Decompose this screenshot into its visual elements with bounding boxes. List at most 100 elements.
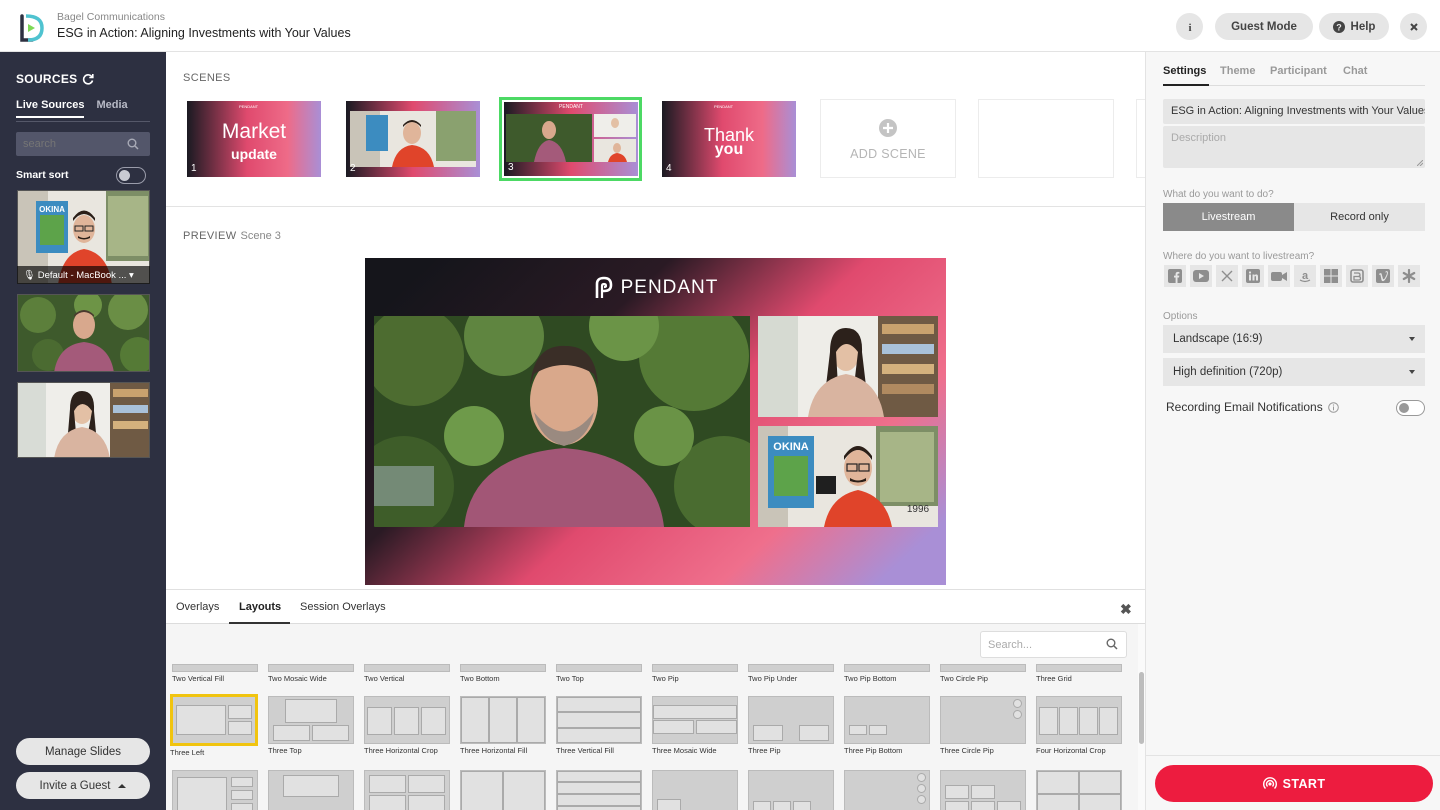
layout-caption: Two Circle Pip [940,674,988,683]
aspect-ratio-select[interactable]: Landscape (16:9) [1163,325,1425,353]
tab-layouts[interactable]: Layouts [239,601,281,613]
amazon-icon[interactable]: a [1294,265,1316,287]
manage-slides-button[interactable]: Manage Slides [16,738,150,765]
custom-rtmp-icon[interactable] [1398,265,1420,287]
quality-select[interactable]: High definition (720p) [1163,358,1425,386]
smart-sort-toggle[interactable] [116,167,146,184]
close-button[interactable] [1400,13,1427,40]
layout-four-horizontal-crop[interactable]: Four Horizontal Crop [1036,696,1122,755]
info-icon[interactable] [1327,401,1339,413]
recording-email-toggle[interactable] [1396,400,1425,416]
layout-row3-7[interactable] [748,770,834,810]
resize-handle-icon[interactable] [1417,160,1423,166]
layout-three-pip[interactable]: Three Pip [748,696,834,755]
layout-two-bottom[interactable]: Two Bottom [460,664,546,683]
layout-two-vertical-fill[interactable]: Two Vertical Fill [172,664,258,683]
microsoft-icon[interactable] [1320,265,1342,287]
tab-overlays[interactable]: Overlays [176,601,219,613]
x-icon[interactable] [1216,265,1238,287]
layout-two-pip[interactable]: Two Pip [652,664,738,683]
youtube-icon[interactable] [1190,265,1212,287]
layout-three-left[interactable]: Three Left [170,694,258,757]
chevron-down-icon [1409,370,1415,374]
refresh-icon[interactable] [82,73,95,85]
source-thumbnail-2[interactable] [17,294,150,372]
facebook-icon[interactable] [1164,265,1186,287]
layout-three-circle-pip[interactable]: Three Circle Pip [940,696,1026,755]
search-icon [1106,638,1118,650]
layout-three-mosaic-wide[interactable]: Three Mosaic Wide [652,696,738,755]
info-button[interactable]: i [1176,13,1203,40]
layouts-scrollbar-thumb[interactable] [1139,672,1144,744]
source-device-label[interactable]: 🎙 Default - MacBook ... ▾ [17,266,150,284]
layout-two-pip-bottom[interactable]: Two Pip Bottom [844,664,930,683]
record-only-option[interactable]: Record only [1294,203,1425,231]
layout-row3-8[interactable] [844,770,930,810]
layouts-search-input[interactable]: Search... [980,631,1127,658]
layout-row3-9[interactable] [940,770,1026,810]
zoom-icon[interactable] [1268,265,1290,287]
scene-thumbnail-4[interactable]: PENDANT Thank you 4 [662,101,796,177]
preview-canvas: PENDANT OKINA 1996 [365,258,946,585]
vimeo-icon[interactable] [1372,265,1394,287]
layout-caption: Three Pip Bottom [844,746,903,755]
tab-session-overlays[interactable]: Session Overlays [300,601,386,613]
sources-header: SOURCES [16,72,95,86]
tab-media[interactable]: Media [96,99,127,118]
tab-chat[interactable]: Chat [1343,65,1367,77]
source-thumbnail-3[interactable] [17,382,150,458]
layout-two-vertical[interactable]: Two Vertical [364,664,450,683]
start-label: START [1282,776,1326,791]
layout-three-pip-bottom[interactable]: Three Pip Bottom [844,696,930,755]
brightcove-icon[interactable] [1346,265,1368,287]
layout-three-grid[interactable]: Three Grid [1036,664,1122,683]
layout-caption: Three Left [170,748,205,757]
preview-main-camera[interactable] [374,316,750,527]
tab-settings[interactable]: Settings [1163,65,1206,77]
layout-caption: Two Pip Under [748,674,798,683]
invite-guest-button[interactable]: Invite a Guest [16,772,150,799]
stream-title-input[interactable]: ESG in Action: Aligning Investments with… [1163,99,1425,124]
layout-two-pip-under[interactable]: Two Pip Under [748,664,834,683]
layout-row3-5[interactable] [556,770,642,810]
svg-text:?: ? [1336,22,1342,32]
layout-row3-6[interactable] [652,770,738,810]
layout-three-horizontal-crop[interactable]: Three Horizontal Crop [364,696,450,755]
scene-4-line2: you [714,141,744,158]
guest-mode-button[interactable]: Guest Mode [1215,13,1313,40]
scene-thumbnail-1[interactable]: PENDANT Market update 1 [187,101,321,177]
layout-two-circle-pip[interactable]: Two Circle Pip [940,664,1026,683]
help-label: Help [1350,20,1376,33]
layout-row3-10[interactable] [1036,770,1122,810]
add-scene-button[interactable]: ADD SCENE [820,99,956,178]
livestream-option[interactable]: Livestream [1163,203,1294,231]
svg-text:a: a [1302,270,1309,282]
tab-live-sources[interactable]: Live Sources [16,99,85,118]
start-button[interactable]: START [1155,765,1433,802]
preview-camera-3[interactable]: OKINA 1996 [758,426,938,527]
layout-row3-3[interactable] [364,770,450,810]
help-button[interactable]: ? Help [1319,13,1389,40]
layout-two-top[interactable]: Two Top [556,664,642,683]
svg-text:OKINA: OKINA [773,441,809,453]
layout-row3-2[interactable] [268,770,354,810]
layout-three-vertical-fill[interactable]: Three Vertical Fill [556,696,642,755]
tab-theme[interactable]: Theme [1220,65,1255,77]
layout-three-top[interactable]: Three Top [268,696,354,755]
layout-row3-4[interactable] [460,770,546,810]
layout-row3-1[interactable] [172,770,258,810]
empty-scene-slot[interactable] [978,99,1114,178]
scene-thumbnail-3[interactable]: PENDANT 3 [504,102,638,176]
where-question-label: Where do you want to livestream? [1163,251,1315,262]
layouts-panel: Overlays Layouts Session Overlays ✖ Sear… [166,589,1145,810]
scene-thumbnail-2[interactable]: 2 [346,101,480,177]
tab-participant[interactable]: Participant [1270,65,1327,77]
layout-two-mosaic-wide[interactable]: Two Mosaic Wide [268,664,354,683]
preview-camera-2[interactable] [758,316,938,417]
source-video-2 [18,295,149,371]
close-panel-icon[interactable]: ✖ [1120,601,1132,618]
tabs-divider [16,121,150,122]
layout-three-horizontal-fill[interactable]: Three Horizontal Fill [460,696,546,755]
linkedin-icon[interactable] [1242,265,1264,287]
description-input[interactable]: Description [1163,126,1425,168]
